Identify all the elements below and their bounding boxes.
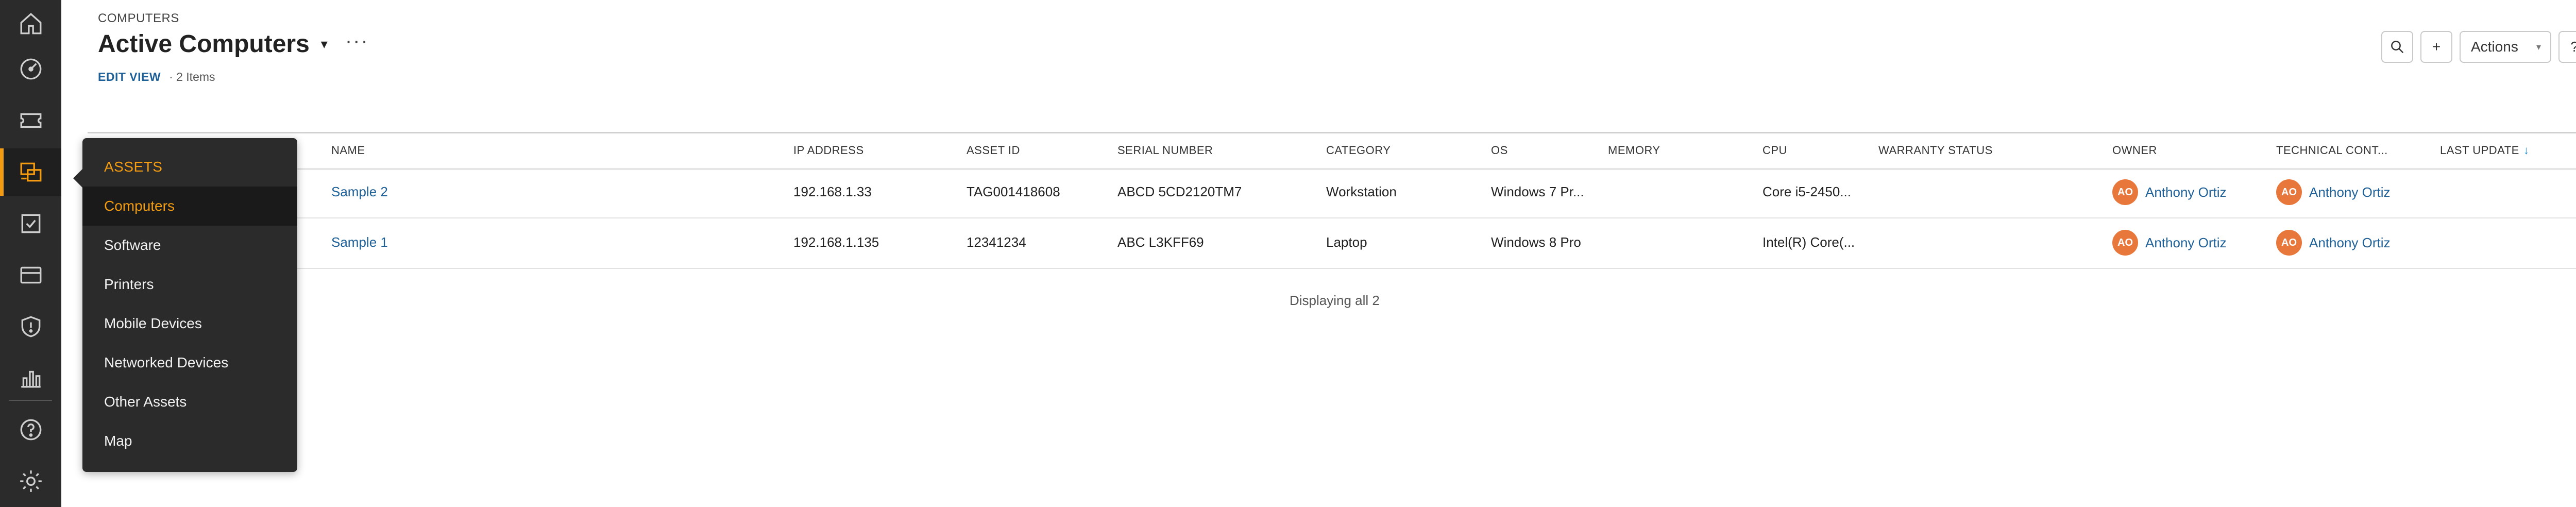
menu-item-printers[interactable]: Printers xyxy=(82,265,297,304)
breadcrumb: COMPUTERS xyxy=(98,11,179,25)
page-title: Active Computers xyxy=(98,30,310,58)
cell-cpu: Core i5-2450... xyxy=(1762,184,1851,199)
nav-tickets[interactable] xyxy=(0,97,61,144)
menu-item-software[interactable]: Software xyxy=(82,226,297,265)
nav-assets[interactable] xyxy=(0,148,61,196)
actions-dropdown[interactable]: Actions ▾ xyxy=(2460,31,2551,63)
nav-tasks[interactable] xyxy=(0,200,61,247)
cell-serial: ABCD 5CD2120TM7 xyxy=(1117,184,1242,199)
cell-ip: 192.168.1.33 xyxy=(793,184,872,199)
menu-item-networked-devices[interactable]: Networked Devices xyxy=(82,343,297,382)
col-cpu[interactable]: CPU xyxy=(1762,144,1787,157)
add-button[interactable]: + xyxy=(2420,31,2452,63)
col-technical-contact[interactable]: TECHNICAL CONT... xyxy=(2276,144,2388,157)
rail-divider xyxy=(9,400,52,401)
col-warranty-status[interactable]: WARRANTY STATUS xyxy=(1878,144,1993,157)
items-count: · 2 Items xyxy=(169,70,215,83)
edit-view-link[interactable]: EDIT VIEW xyxy=(98,70,161,84)
col-last-update[interactable]: LAST UPDATE ↓ xyxy=(2440,144,2529,157)
search-button[interactable] xyxy=(2381,31,2413,63)
table-row[interactable]: Sample 1 192.168.1.135 12341234 ABC L3KF… xyxy=(88,217,2576,269)
analytics-icon xyxy=(21,370,41,388)
more-options-button[interactable]: ··· xyxy=(345,30,369,51)
cell-cpu: Intel(R) Core(... xyxy=(1762,234,1855,250)
technical-contact-link[interactable]: Anthony Ortiz xyxy=(2309,235,2391,251)
menu-header-assets[interactable]: ASSETS xyxy=(82,147,297,187)
cell-serial: ABC L3KFF69 xyxy=(1117,234,1204,250)
table-footer-message: Displaying all 2 xyxy=(1290,293,1380,308)
tasks-icon xyxy=(21,214,40,233)
technical-contact-link[interactable]: Anthony Ortiz xyxy=(2309,184,2391,200)
sub-row: EDIT VIEW · 2 Items xyxy=(98,70,215,84)
table-row[interactable]: Sample 2 192.168.1.33 TAG001418608 ABCD … xyxy=(88,167,2576,218)
sort-arrow-icon: ↓ xyxy=(2523,144,2530,157)
home-icon xyxy=(20,13,41,35)
cell-asset-id: TAG001418608 xyxy=(967,184,1060,199)
col-asset-id[interactable]: ASSET ID xyxy=(967,144,1020,157)
help-button[interactable]: ? xyxy=(2558,31,2576,63)
col-category[interactable]: CATEGORY xyxy=(1326,144,1391,157)
search-icon xyxy=(2391,41,2404,54)
avatar: AO xyxy=(2112,179,2138,205)
cell-os: Windows 7 Pr... xyxy=(1491,184,1584,199)
owner-link[interactable]: Anthony Ortiz xyxy=(2145,184,2227,200)
col-memory[interactable]: MEMORY xyxy=(1608,144,1660,157)
menu-item-map[interactable]: Map xyxy=(82,421,297,461)
cell-owner[interactable]: AO Anthony Ortiz xyxy=(2112,179,2227,205)
assets-icon xyxy=(20,162,41,182)
actions-label: Actions xyxy=(2471,39,2518,55)
menu-item-other-assets[interactable]: Other Assets xyxy=(82,382,297,421)
nav-dashboard[interactable] xyxy=(0,45,61,93)
shield-icon xyxy=(21,316,40,337)
cell-asset-id: 12341234 xyxy=(967,234,1026,250)
cell-ip: 192.168.1.135 xyxy=(793,234,879,250)
col-ip-address[interactable]: IP ADDRESS xyxy=(793,144,864,157)
cell-technical-contact[interactable]: AO Anthony Ortiz xyxy=(2276,230,2391,256)
card-icon xyxy=(20,266,41,284)
cell-category: Workstation xyxy=(1326,184,1397,199)
menu-item-computers[interactable]: Computers xyxy=(82,187,297,226)
cell-name[interactable]: Sample 2 xyxy=(331,184,388,200)
cell-os: Windows 8 Pro xyxy=(1491,234,1581,250)
cell-technical-contact[interactable]: AO Anthony Ortiz xyxy=(2276,179,2391,205)
menu-item-mobile-devices[interactable]: Mobile Devices xyxy=(82,304,297,343)
cell-owner[interactable]: AO Anthony Ortiz xyxy=(2112,230,2227,256)
toolbar: + Actions ▾ ? xyxy=(2381,31,2576,63)
dashboard-icon xyxy=(20,58,41,80)
col-owner[interactable]: OWNER xyxy=(2112,144,2157,157)
avatar: AO xyxy=(2276,179,2302,205)
nav-rail xyxy=(0,0,61,507)
avatar: AO xyxy=(2276,230,2302,256)
title-row: Active Computers ▾ ··· xyxy=(98,30,369,58)
chevron-down-icon: ▾ xyxy=(2536,41,2541,52)
settings-icon xyxy=(20,470,42,492)
cell-name[interactable]: Sample 1 xyxy=(331,234,388,250)
col-os[interactable]: OS xyxy=(1491,144,1508,157)
view-dropdown-caret[interactable]: ▾ xyxy=(321,36,328,52)
col-last-update-label: LAST UPDATE xyxy=(2440,144,2519,157)
ticket-icon xyxy=(20,113,41,128)
col-serial-number[interactable]: SERIAL NUMBER xyxy=(1117,144,1213,157)
nav-home[interactable] xyxy=(0,0,61,47)
nav-settings[interactable] xyxy=(0,458,61,505)
nav-analytics[interactable] xyxy=(0,354,61,402)
owner-link[interactable]: Anthony Ortiz xyxy=(2145,235,2227,251)
col-name[interactable]: NAME xyxy=(331,144,365,157)
assets-flyout-menu: ASSETS Computers Software Printers Mobil… xyxy=(73,138,297,472)
nav-cards[interactable] xyxy=(0,251,61,299)
nav-help[interactable] xyxy=(0,406,61,453)
nav-security[interactable] xyxy=(0,303,61,350)
help-icon xyxy=(20,419,41,441)
cell-category: Laptop xyxy=(1326,234,1367,250)
avatar: AO xyxy=(2112,230,2138,256)
table-header: NAME IP ADDRESS ASSET ID SERIAL NUMBER C… xyxy=(88,132,2576,170)
